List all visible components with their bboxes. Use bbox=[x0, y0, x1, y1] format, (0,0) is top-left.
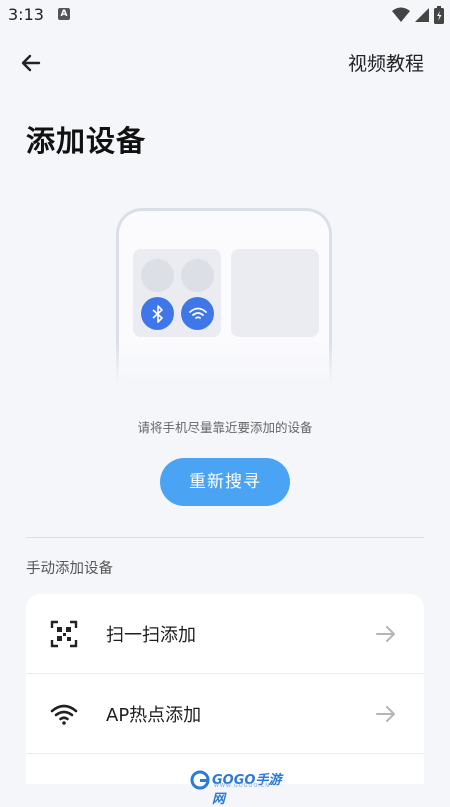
arrow-right-icon bbox=[376, 706, 395, 722]
video-tutorial-link[interactable]: 视频教程 bbox=[348, 49, 424, 76]
blank-card-illustration bbox=[231, 249, 319, 337]
back-arrow-icon[interactable] bbox=[16, 48, 46, 78]
status-time: 3:13 bbox=[8, 5, 44, 24]
watermark-subtext: WWW.GOGOO.CN bbox=[214, 783, 271, 789]
battery-icon bbox=[434, 6, 444, 24]
status-bar: 3:13 A bbox=[0, 0, 450, 32]
scan-qr-add-item[interactable]: 扫一扫添加 bbox=[26, 594, 424, 674]
watermark-logo: GOGO手游网 WWW.GOGOO.CN bbox=[190, 768, 290, 807]
divider bbox=[26, 537, 424, 538]
manual-add-section-label: 手动添加设备 bbox=[26, 561, 113, 577]
wifi-icon bbox=[50, 704, 78, 725]
bluetooth-icon bbox=[141, 297, 174, 330]
illustration-fade bbox=[110, 340, 342, 392]
wifi-signal-icon bbox=[392, 7, 410, 22]
arrow-right-icon bbox=[376, 626, 395, 642]
page-title: 添加设备 bbox=[26, 124, 147, 158]
proximity-hint: 请将手机尽量靠近要添加的设备 bbox=[137, 420, 313, 435]
manual-add-list: 扫一扫添加 AP热点添加 bbox=[26, 594, 424, 784]
qr-scan-icon bbox=[50, 620, 78, 648]
placeholder-dot bbox=[181, 259, 214, 292]
rescan-button[interactable]: 重新搜寻 bbox=[160, 458, 290, 506]
placeholder-dot bbox=[141, 259, 174, 292]
ap-hotspot-add-item[interactable]: AP热点添加 bbox=[26, 674, 424, 754]
wifi-icon bbox=[181, 297, 214, 330]
ap-hotspot-add-label: AP热点添加 bbox=[106, 705, 202, 726]
row-separator bbox=[26, 753, 424, 754]
system-icons bbox=[392, 6, 444, 24]
control-card-illustration bbox=[133, 249, 221, 337]
scan-qr-add-label: 扫一扫添加 bbox=[106, 625, 196, 646]
top-bar: 视频教程 bbox=[0, 40, 450, 84]
watermark-g-icon bbox=[190, 770, 210, 790]
cell-signal-icon bbox=[415, 8, 429, 22]
notification-app-icon: A bbox=[58, 8, 70, 20]
